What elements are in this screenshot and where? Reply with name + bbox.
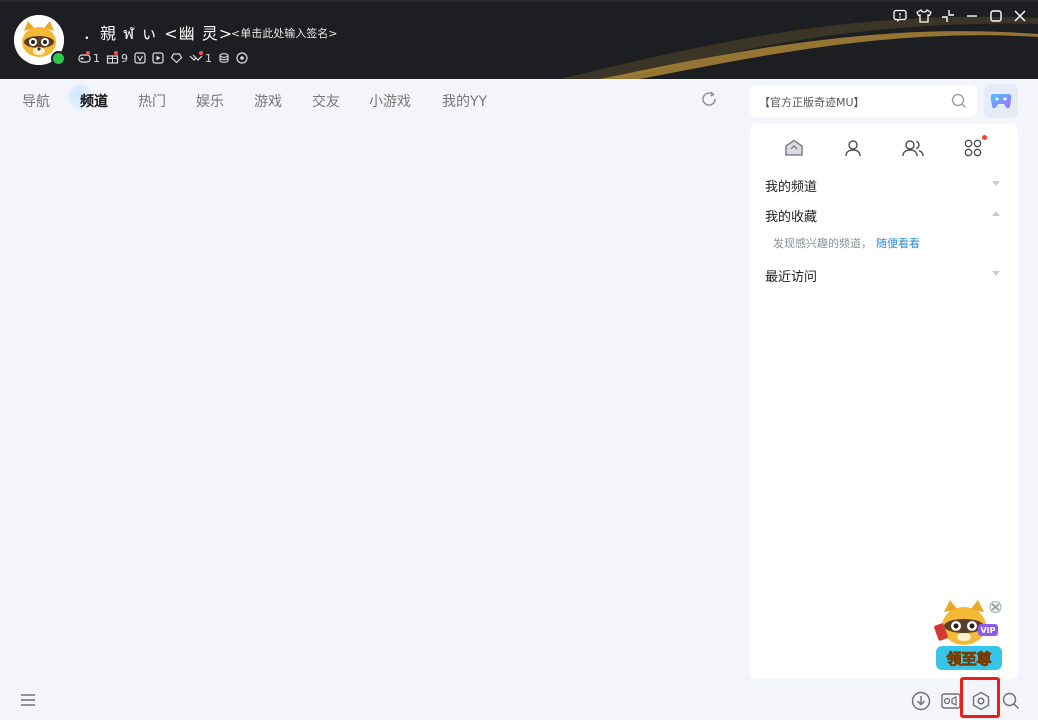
panel-icon-bar [750, 135, 1018, 162]
heart-diamond-icon [170, 53, 183, 64]
raccoon-vip-mascot-icon: 领至尊 VIP [934, 600, 1002, 670]
skin-button[interactable] [914, 6, 934, 26]
signature-input[interactable]: <单击此处输入签名> [231, 25, 337, 41]
tab-my-yy[interactable]: 我的YY [442, 91, 487, 111]
chevron-down-icon [992, 271, 1000, 276]
tab-entertainment[interactable]: 娱乐 [196, 91, 224, 111]
eye-stat[interactable] [236, 52, 248, 64]
my-channels-title: 我的频道 [765, 180, 818, 195]
apps-notification-dot [982, 135, 987, 140]
search-input[interactable]: 【官方正版奇迹MU】 [759, 94, 865, 110]
friends-icon [902, 140, 924, 157]
eye-icon [236, 52, 248, 64]
screen-record-icon [941, 693, 961, 709]
tab-social[interactable]: 交友 [312, 91, 340, 111]
refresh-icon [702, 91, 716, 106]
vip-promo-badge[interactable]: 领至尊 VIP [932, 598, 1008, 676]
online-status-dot [51, 51, 66, 66]
recent-visits-title: 最近访问 [765, 270, 818, 285]
chevron-up-icon [992, 211, 1000, 216]
recent-visits-row[interactable]: 最近访问 [765, 266, 1000, 286]
minimize-button[interactable] [962, 6, 982, 26]
settings-highlight-box [960, 677, 1000, 718]
feedback-button[interactable] [890, 6, 910, 26]
refresh-button[interactable] [700, 90, 718, 112]
coins-icon [219, 53, 229, 63]
favorites-empty-hint: 发现感兴趣的频道， 随便看看 [773, 235, 920, 251]
window-controls [890, 6, 1030, 26]
profile-header: ．親 ฬ ぃ <幽 灵> <单击此处输入签名> 1 9 1 [0, 0, 1038, 79]
main-tabs: 导航 频道 热门 娱乐 游戏 交友 小游戏 我的YY [0, 79, 740, 121]
gamepad-icon [990, 94, 1012, 109]
tab-hot[interactable]: 热门 [138, 91, 166, 111]
game-count: 1 [93, 51, 100, 65]
channel-side-panel: 我的频道 我的收藏 最近访问 [750, 124, 1018, 679]
main-menu-button[interactable] [20, 692, 36, 711]
heart-diamond-stat[interactable] [170, 52, 183, 64]
chevron-down-icon [992, 181, 1000, 186]
handshake-stat[interactable]: 1 [189, 50, 212, 65]
channel-home-icon [785, 139, 803, 156]
close-icon [1014, 10, 1026, 22]
game-controller-stat[interactable]: 1 [78, 50, 100, 65]
browse-random-link[interactable]: 随便看看 [876, 237, 920, 250]
favorites-hint-text: 发现感兴趣的频道， [773, 237, 872, 250]
my-channels-row[interactable]: 我的频道 [765, 176, 1000, 196]
feedback-icon [893, 9, 907, 22]
minimize-icon [967, 15, 977, 17]
apps-grid-icon [964, 139, 982, 157]
gift-stat[interactable]: 9 [106, 50, 128, 65]
maximize-icon [990, 10, 1002, 22]
my-favorites-row[interactable]: 我的收藏 [765, 206, 1000, 226]
search-icon[interactable] [951, 93, 967, 109]
channel-home-button[interactable] [782, 136, 806, 160]
screen-record-button[interactable] [940, 690, 962, 712]
vip-stat[interactable] [134, 52, 146, 64]
download-icon [911, 691, 931, 711]
skin-shirt-icon [916, 9, 932, 23]
coins-stat[interactable] [218, 52, 230, 64]
my-favorites-title: 我的收藏 [765, 210, 818, 225]
channel-search-box[interactable]: 【官方正版奇迹MU】 [750, 85, 977, 117]
person-button[interactable] [841, 136, 865, 160]
maximize-button[interactable] [986, 6, 1006, 26]
vip-badge-tag: VIP [980, 626, 995, 635]
play-stat[interactable] [152, 52, 164, 64]
menu-icon [21, 694, 35, 706]
tab-nav[interactable]: 导航 [22, 91, 50, 111]
vip-v-icon [134, 52, 146, 64]
gift-count: 9 [121, 51, 128, 65]
tab-channel[interactable]: 频道 [80, 91, 108, 111]
global-search-button[interactable] [1000, 690, 1022, 712]
apps-button[interactable] [961, 135, 987, 160]
tab-mini-games[interactable]: 小游戏 [369, 91, 411, 111]
game-center-button[interactable] [984, 84, 1018, 118]
mini-mode-icon [942, 10, 954, 22]
search-icon [1002, 692, 1019, 709]
handshake-count: 1 [205, 51, 212, 65]
user-nickname[interactable]: ．親 ฬ ぃ <幽 灵> [83, 20, 233, 47]
tab-games[interactable]: 游戏 [254, 91, 282, 111]
vip-badge-text: 领至尊 [945, 650, 991, 668]
person-icon [845, 140, 861, 157]
user-stats-row: 1 9 1 [78, 50, 254, 66]
close-button[interactable] [1010, 6, 1030, 26]
mini-mode-button[interactable] [938, 6, 958, 26]
download-button[interactable] [910, 690, 932, 712]
play-icon [152, 52, 164, 64]
friends-button[interactable] [901, 136, 925, 160]
